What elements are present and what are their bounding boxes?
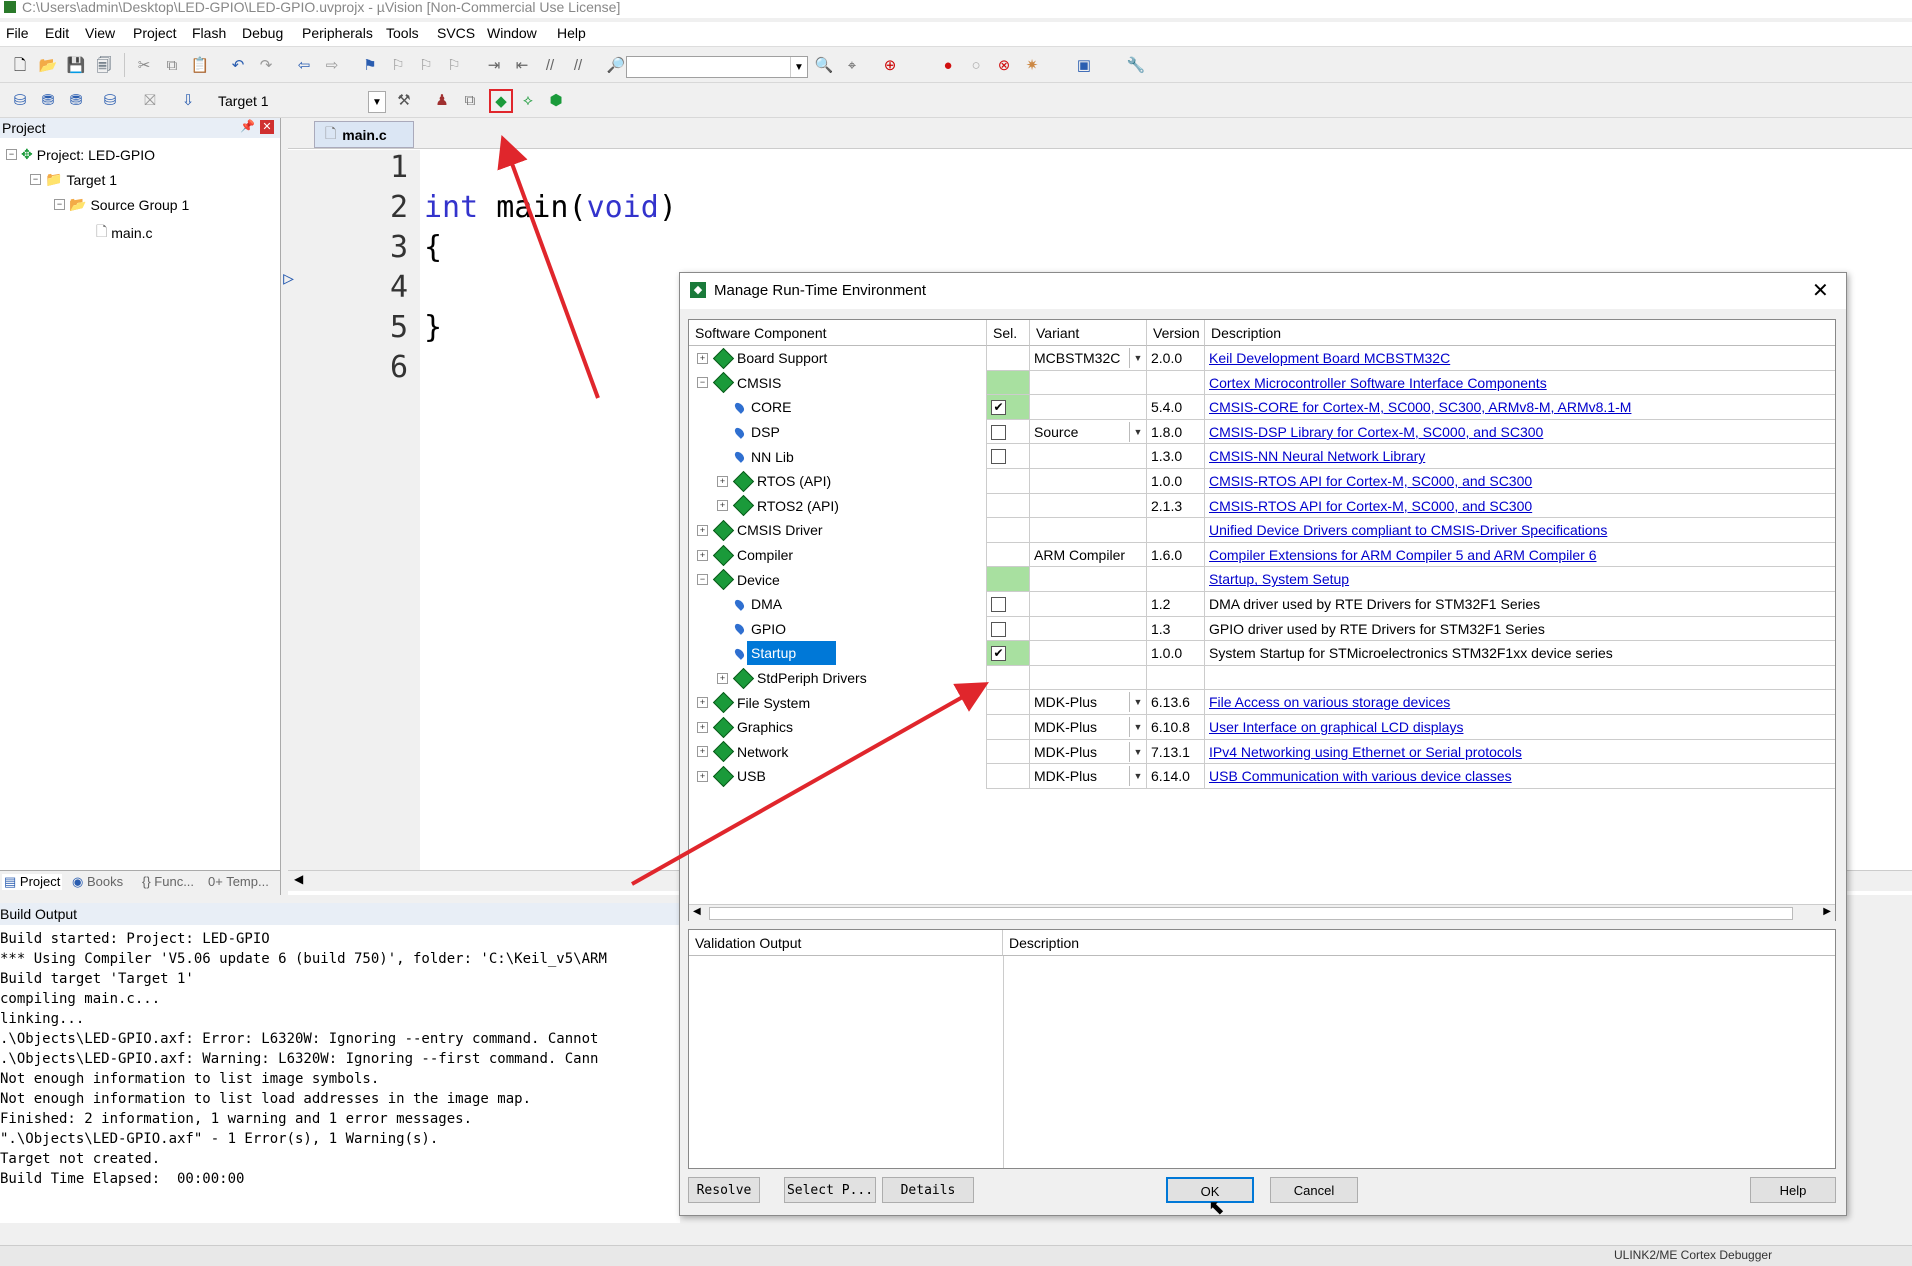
annotation-arrows: [497, 134, 989, 886]
arrow-to-rte-icon: [497, 134, 600, 399]
arrow-to-startup: [631, 682, 989, 886]
